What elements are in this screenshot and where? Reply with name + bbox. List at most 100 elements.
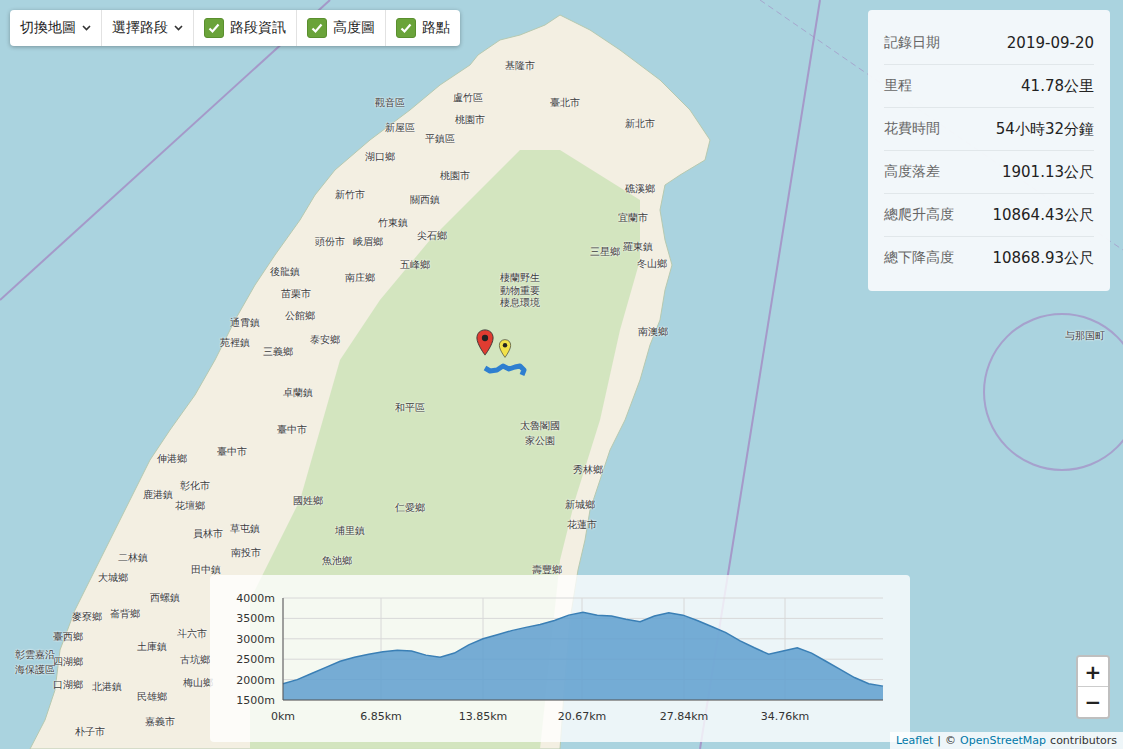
info-value: 1901.13公尺 bbox=[1002, 163, 1094, 182]
info-row: 里程 41.78公里 bbox=[884, 65, 1094, 108]
leaflet-link[interactable]: Leaflet bbox=[896, 734, 933, 747]
map-label: 与那国町 bbox=[1065, 329, 1105, 343]
info-value: 10864.43公尺 bbox=[992, 206, 1094, 225]
toggle-label: 高度圖 bbox=[333, 19, 375, 37]
y-tick: 2500m bbox=[236, 653, 275, 666]
map-label: 尖石鄉 bbox=[417, 229, 447, 243]
map-label: 動物重要 bbox=[500, 284, 540, 298]
info-row: 總下降高度 10868.93公尺 bbox=[884, 237, 1094, 279]
checkbox[interactable] bbox=[396, 18, 416, 38]
elevation-chart[interactable]: 4000m3500m3000m2500m2000m1500m0km6.85km1… bbox=[210, 575, 910, 742]
map-label: 臺北市 bbox=[550, 96, 580, 110]
map-label: 口湖鄉 bbox=[53, 678, 83, 692]
map-label: 朴子市 bbox=[75, 725, 105, 739]
x-tick: 34.76km bbox=[761, 710, 810, 723]
toggle-checkbox[interactable]: 路點 bbox=[386, 10, 460, 46]
map-label: 大城鄉 bbox=[98, 571, 128, 585]
map-label: 新城鄉 bbox=[565, 498, 595, 512]
zoom-out-button[interactable]: − bbox=[1078, 687, 1108, 717]
map-label: 秀林鄉 bbox=[573, 463, 603, 477]
track-line[interactable] bbox=[485, 366, 524, 375]
map-label: 羅東鎮 bbox=[623, 240, 653, 254]
x-tick: 13.85km bbox=[459, 710, 508, 723]
map-label: 臺中市 bbox=[277, 423, 307, 437]
map-label: 新屋區 bbox=[385, 121, 415, 135]
info-value: 10868.93公尺 bbox=[992, 249, 1094, 268]
map-label: 斗六市 bbox=[177, 627, 207, 641]
info-row: 記錄日期 2019-09-20 bbox=[884, 22, 1094, 65]
info-label: 高度落差 bbox=[884, 163, 940, 181]
map-label: 峨眉鄉 bbox=[353, 235, 383, 249]
y-axis bbox=[283, 598, 284, 700]
info-label: 總下降高度 bbox=[884, 249, 954, 267]
zoom-control: + − bbox=[1076, 655, 1110, 719]
map-label: 冬山鄉 bbox=[637, 257, 667, 271]
map-label: 觀音區 bbox=[375, 96, 405, 110]
toolbar: 切換地圖 選擇路段 路段資訊 高度圖 路點 bbox=[10, 10, 460, 46]
toggle-label: 路點 bbox=[422, 19, 450, 37]
dropdown-button[interactable]: 切換地圖 bbox=[10, 10, 102, 46]
map-label: 礁溪鄉 bbox=[625, 182, 655, 196]
map-label: 伸港鄉 bbox=[157, 452, 187, 466]
end-marker-icon[interactable] bbox=[499, 339, 512, 358]
check-icon bbox=[310, 21, 324, 35]
map-label: 古坑鄉 bbox=[180, 653, 210, 667]
map-label: 宜蘭市 bbox=[618, 211, 648, 225]
map-label: 五峰鄉 bbox=[400, 258, 430, 272]
check-icon bbox=[207, 21, 221, 35]
separator: | bbox=[937, 734, 941, 747]
x-tick: 20.67km bbox=[558, 710, 607, 723]
zoom-in-button[interactable]: + bbox=[1078, 657, 1108, 687]
map-label: 湖口鄉 bbox=[365, 150, 395, 164]
map-label: 草屯鎮 bbox=[230, 522, 260, 536]
checkbox[interactable] bbox=[307, 18, 327, 38]
map-label: 國姓鄉 bbox=[293, 494, 323, 508]
grid-line bbox=[283, 700, 883, 701]
map-label: 臺中市 bbox=[217, 445, 247, 459]
chevron-down-icon bbox=[82, 25, 91, 31]
map-label: 新北市 bbox=[625, 117, 655, 131]
osm-link[interactable]: OpenStreetMap bbox=[960, 734, 1046, 747]
map-label: 梅山鄉 bbox=[183, 676, 213, 690]
map-label: 和平區 bbox=[395, 401, 425, 415]
info-label: 總爬升高度 bbox=[884, 206, 954, 224]
copyright: © bbox=[945, 734, 956, 747]
map-label: 南投市 bbox=[231, 546, 261, 560]
elevation-plot[interactable]: 4000m3500m3000m2500m2000m1500m0km6.85km1… bbox=[210, 575, 910, 742]
map-label: 嘉義市 bbox=[145, 715, 175, 729]
start-marker-icon[interactable] bbox=[476, 329, 494, 356]
checkbox[interactable] bbox=[204, 18, 224, 38]
map-label: 頭份市 bbox=[315, 235, 345, 249]
map-label: 花蓮市 bbox=[567, 518, 597, 532]
map-label: 北港鎮 bbox=[92, 680, 122, 694]
toggle-checkbox[interactable]: 高度圖 bbox=[297, 10, 386, 46]
dropdown-button[interactable]: 選擇路段 bbox=[102, 10, 194, 46]
map[interactable]: 基隆市臺北市新北市盧竹區桃園市觀音區新屋區平鎮區湖口鄉桃園市新竹市關西鎮竹東鎮尖… bbox=[0, 0, 1123, 749]
y-tick: 3500m bbox=[236, 612, 275, 625]
toggle-checkbox[interactable]: 路段資訊 bbox=[194, 10, 297, 46]
map-label: 埔里鎮 bbox=[335, 524, 365, 538]
x-tick: 0km bbox=[271, 710, 295, 723]
map-label: 關西鎮 bbox=[410, 193, 440, 207]
map-label: 四湖鄉 bbox=[53, 655, 83, 669]
map-label: 員林市 bbox=[193, 527, 223, 541]
map-label: 桃園市 bbox=[455, 113, 485, 127]
map-label: 棲息環境 bbox=[500, 296, 540, 310]
dropdown-label: 選擇路段 bbox=[112, 19, 168, 37]
info-label: 記錄日期 bbox=[884, 34, 940, 52]
map-label: 二林鎮 bbox=[118, 551, 148, 565]
info-value: 54小時32分鐘 bbox=[996, 120, 1094, 139]
map-label: 土庫鎮 bbox=[137, 640, 167, 654]
map-label: 新竹市 bbox=[335, 188, 365, 202]
info-value: 41.78公里 bbox=[1021, 77, 1094, 96]
elevation-area bbox=[283, 612, 883, 700]
map-label: 彰化市 bbox=[180, 479, 210, 493]
map-label: 苑裡鎮 bbox=[220, 336, 250, 350]
map-label: 鹿港鎮 bbox=[143, 488, 173, 502]
map-label: 魚池鄉 bbox=[322, 554, 352, 568]
map-label: 西螺鎮 bbox=[150, 591, 180, 605]
map-label: 民雄鄉 bbox=[137, 690, 167, 704]
info-value: 2019-09-20 bbox=[1007, 34, 1094, 52]
info-panel: 記錄日期 2019-09-20里程 41.78公里花費時間 54小時32分鐘高度… bbox=[868, 10, 1110, 291]
map-label: 後龍鎮 bbox=[270, 265, 300, 279]
